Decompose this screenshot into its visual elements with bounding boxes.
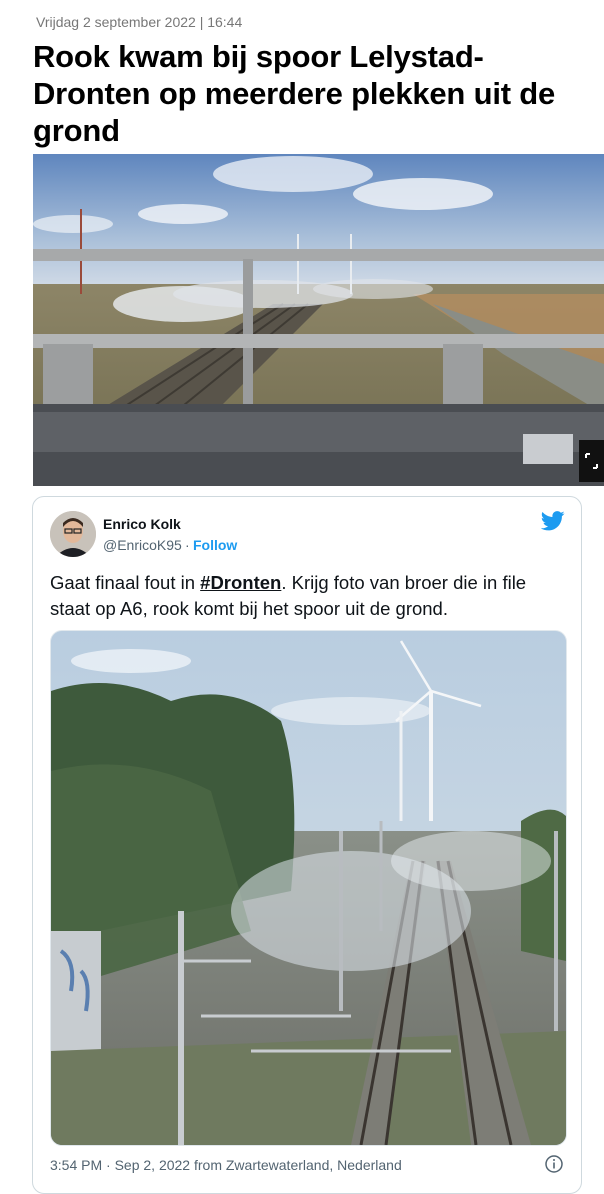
embedded-tweet[interactable]: Enrico Kolk @EnricoK95 · Follow Gaat fin… [32,496,582,1194]
expand-icon[interactable] [579,440,604,482]
avatar[interactable] [50,511,96,557]
follow-link[interactable]: Follow [193,537,237,553]
article-date: Vrijdag 2 september 2022 | 16:44 [36,14,243,30]
author-handle[interactable]: @EnricoK95 [103,537,182,553]
hashtag-link[interactable]: #Dronten [200,572,281,593]
tweet-timestamp-location[interactable]: 3:54 PM · Sep 2, 2022 from Zwartewaterla… [50,1157,402,1173]
separator: · [185,537,190,553]
article-headline: Rook kwam bij spoor Lelystad-Dronten op … [33,39,556,148]
info-icon[interactable] [545,1155,563,1173]
hero-photo[interactable] [33,154,604,486]
tweet-photo[interactable] [50,630,567,1146]
tweet-text: Gaat finaal fout in #Dronten. Krijg foto… [50,570,565,622]
twitter-bird-icon[interactable] [540,511,565,531]
tweet-text-start: Gaat finaal fout in [50,572,201,593]
author-name[interactable]: Enrico Kolk [103,516,181,532]
